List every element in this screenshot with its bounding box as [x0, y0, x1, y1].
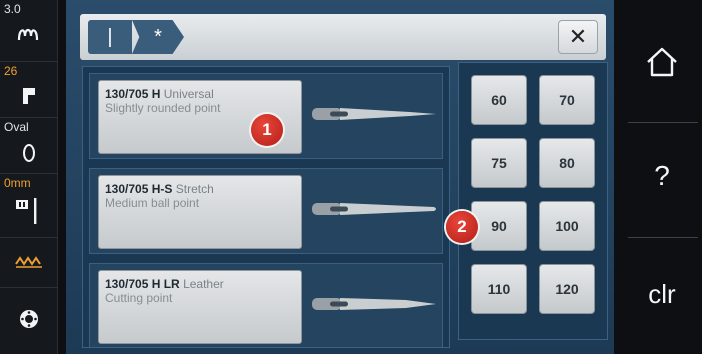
- needle-type: Universal: [163, 87, 214, 101]
- needle-position-cell[interactable]: 0mm: [0, 174, 58, 238]
- home-icon: [647, 47, 677, 77]
- needle-illustration: [312, 298, 436, 310]
- stitch-number-value: 26: [4, 64, 18, 78]
- bobbin-icon: [0, 308, 58, 335]
- left-sidebar: 3.0 26 Oval 0mm: [0, 0, 58, 354]
- tab-bar: | * ✕: [80, 14, 606, 60]
- pattern-cell[interactable]: [0, 238, 58, 288]
- needle-description: Cutting point: [105, 291, 173, 305]
- clear-button[interactable]: clr: [622, 239, 702, 354]
- divider: [628, 237, 698, 238]
- close-button[interactable]: ✕: [558, 20, 598, 54]
- settings-cell[interactable]: [0, 288, 58, 354]
- size-button-60[interactable]: 60: [471, 75, 527, 125]
- divider: [628, 122, 698, 123]
- zigzag-pattern-icon: [0, 254, 58, 275]
- needle-button-leather[interactable]: 130/705 H LR Leather Cutting point: [98, 270, 302, 344]
- callout-badge-1: 1: [251, 114, 283, 146]
- needle-code: 130/705 H LR: [105, 277, 180, 291]
- needle-code: 130/705 H-S: [105, 182, 173, 196]
- stitch-number-cell[interactable]: 26: [0, 62, 58, 118]
- size-button-110[interactable]: 110: [471, 264, 527, 314]
- needle-button-stretch[interactable]: 130/705 H-S Stretch Medium ball point: [98, 175, 302, 249]
- oval-foot-icon: [0, 142, 58, 169]
- close-icon: ✕: [568, 24, 588, 49]
- needle-illustration: [312, 203, 436, 215]
- tab-needle-thread[interactable]: *: [132, 20, 184, 54]
- size-button-70[interactable]: 70: [539, 75, 595, 125]
- clear-label: clr: [648, 279, 676, 309]
- needle-description: Medium ball point: [105, 196, 200, 210]
- needle-type: Leather: [183, 277, 224, 291]
- foot-value: Oval: [4, 120, 29, 134]
- stitch-length-value: 3.0: [4, 2, 21, 16]
- needle-illustration: [312, 108, 436, 120]
- needle-item-leather: 130/705 H LR Leather Cutting point: [89, 263, 443, 347]
- needle-description: Slightly rounded point: [105, 101, 221, 115]
- home-button[interactable]: [622, 4, 702, 120]
- stitch-length-cell[interactable]: 3.0: [0, 0, 58, 62]
- needle-thread-icon: *: [154, 26, 162, 48]
- needle-size-panel: 60 70 75 80 90 100 110 120: [458, 62, 608, 340]
- needle-icon: |: [107, 26, 113, 48]
- needle-type: Stretch: [175, 182, 214, 196]
- right-sidebar: ? clr: [622, 0, 702, 354]
- size-button-90[interactable]: 90: [471, 201, 527, 251]
- size-button-100[interactable]: 100: [539, 201, 595, 251]
- needle-code: 130/705 H: [105, 87, 161, 101]
- size-button-80[interactable]: 80: [539, 138, 595, 188]
- help-icon: ?: [654, 160, 670, 191]
- foot-cell[interactable]: Oval: [0, 118, 58, 174]
- needle-position-value: 0mm: [4, 176, 31, 190]
- tab-needle[interactable]: |: [88, 20, 132, 54]
- help-button[interactable]: ?: [622, 124, 702, 240]
- stitch-pattern-icon: [0, 26, 58, 49]
- size-button-75[interactable]: 75: [471, 138, 527, 188]
- presser-foot-icon: [0, 86, 58, 111]
- needle-item-stretch: 130/705 H-S Stretch Medium ball point: [89, 168, 443, 254]
- callout-badge-2: 2: [446, 211, 478, 243]
- needle-position-icon: [0, 196, 58, 231]
- size-button-120[interactable]: 120: [539, 264, 595, 314]
- needle-list[interactable]: 130/705 H Universal Slightly rounded poi…: [82, 66, 450, 348]
